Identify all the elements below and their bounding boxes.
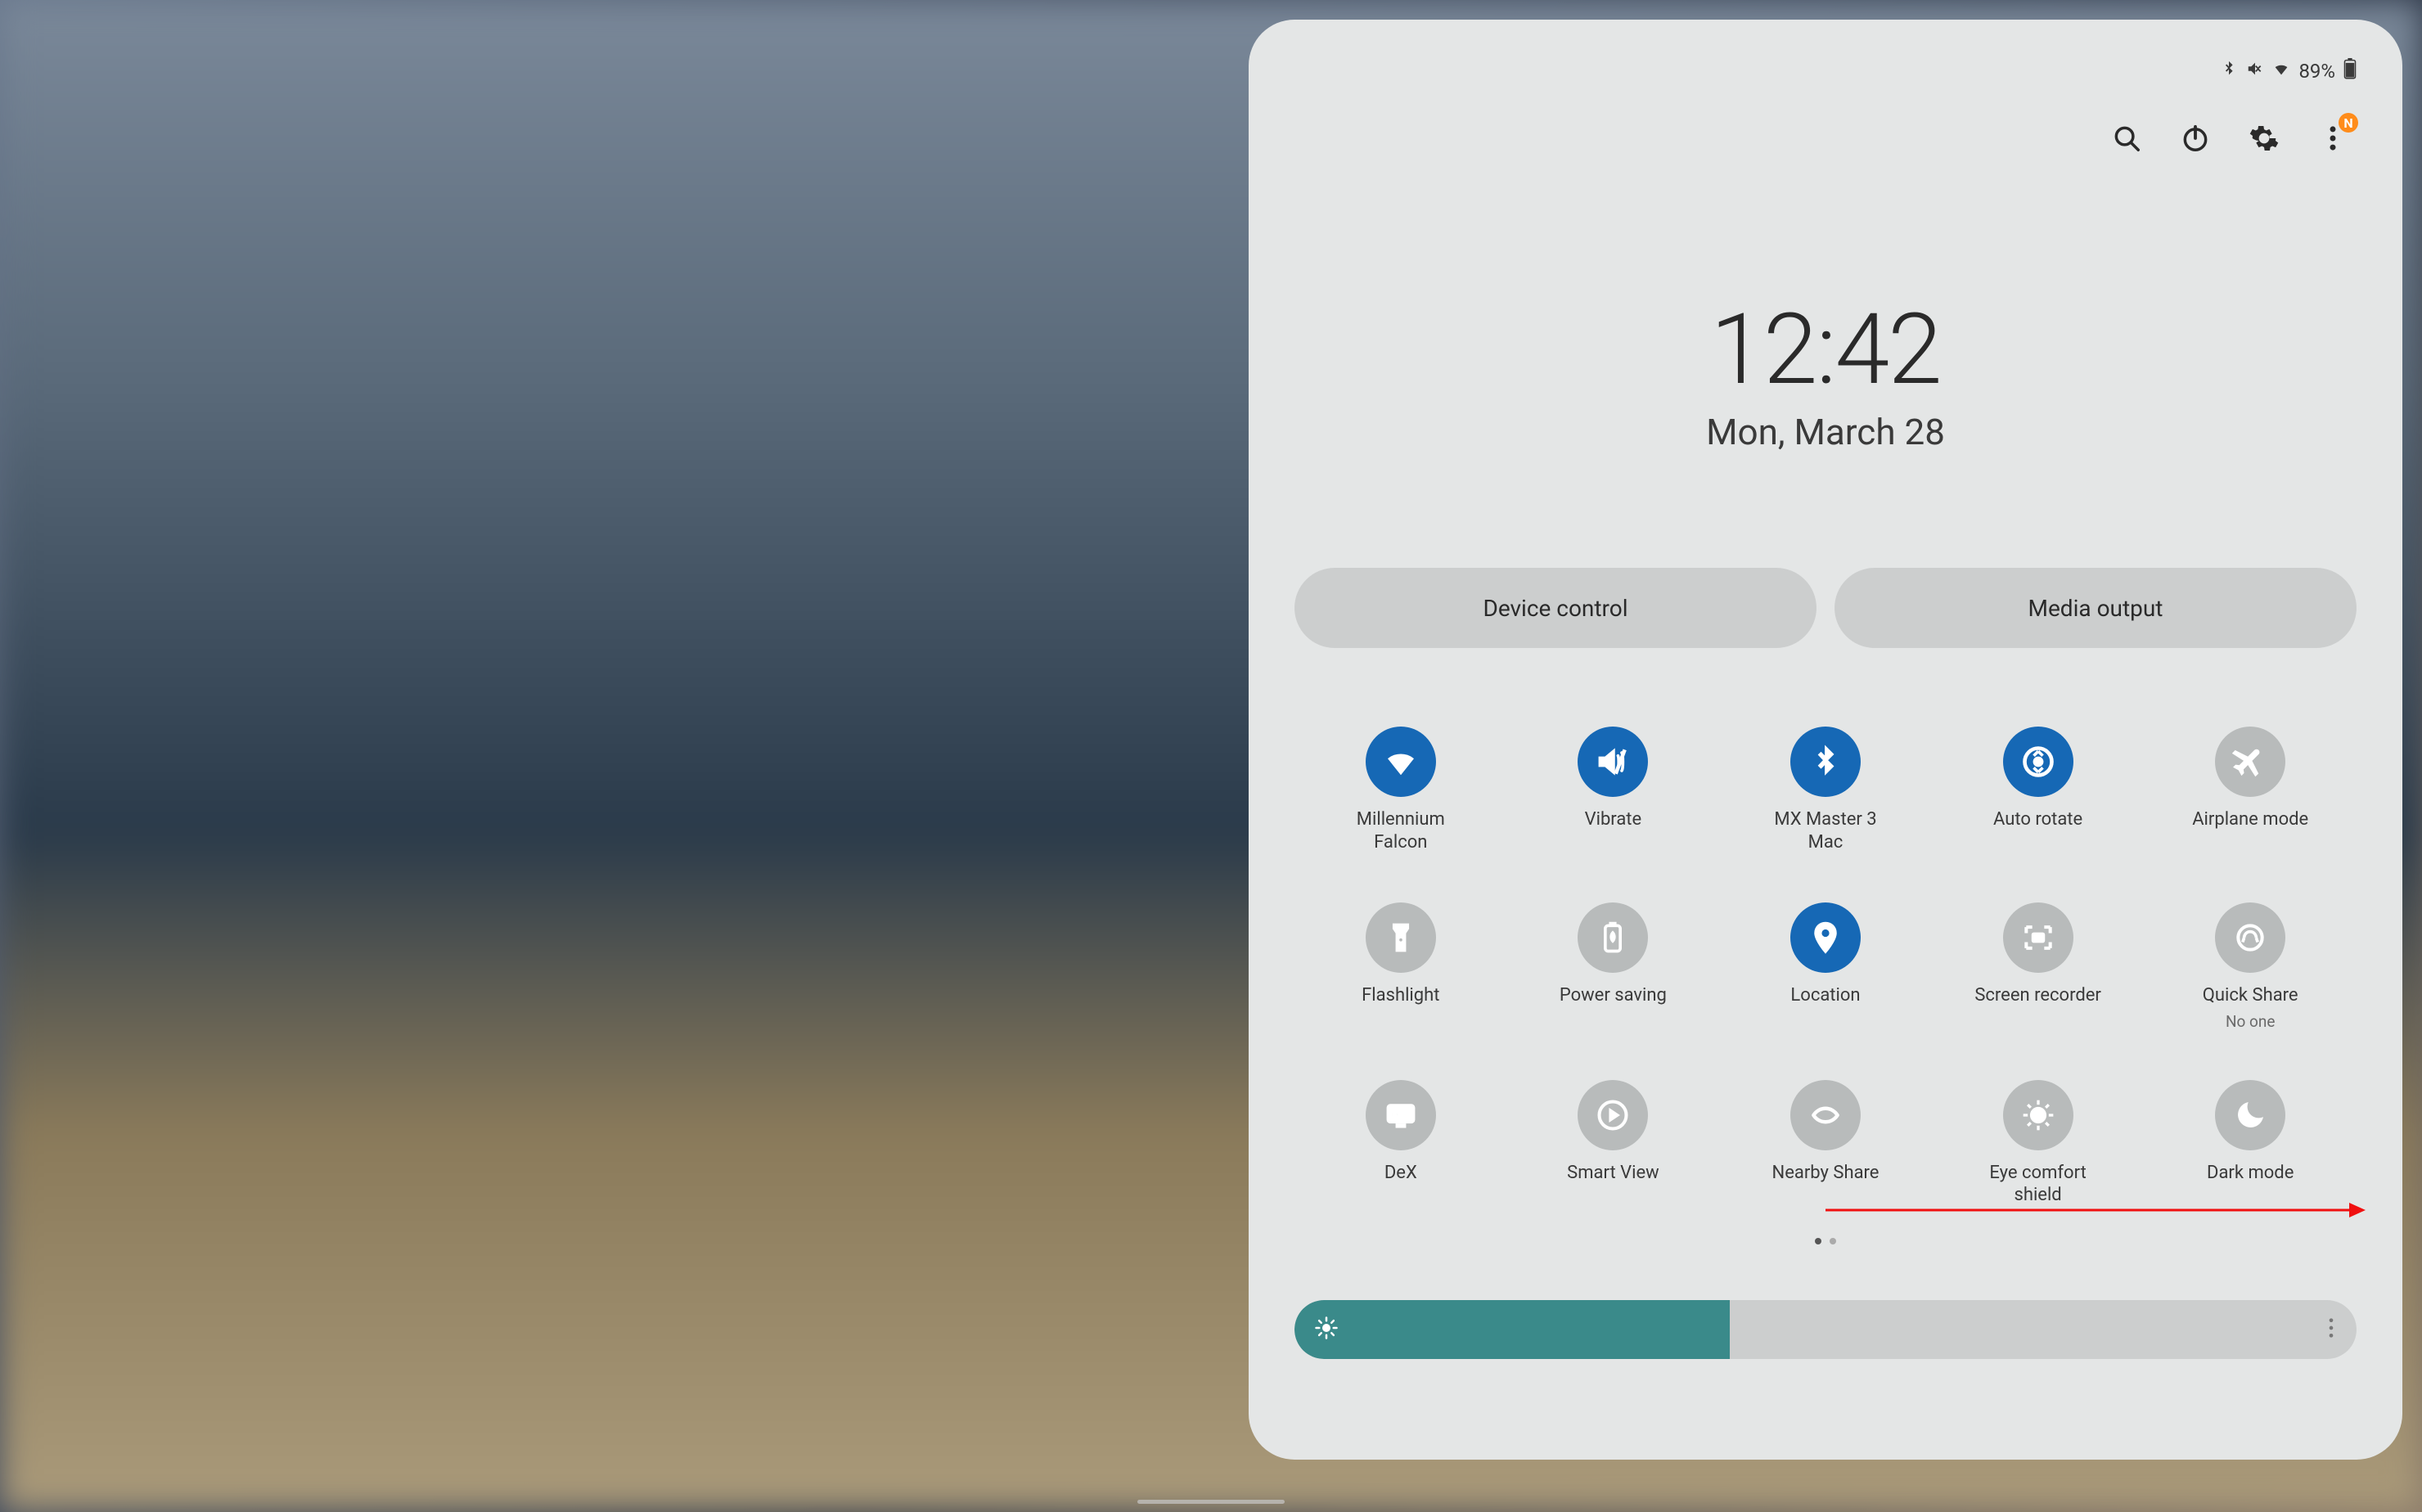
tile-label: Eye comfort shield	[1969, 1162, 2108, 1207]
eye-comfort-icon: A	[2003, 1080, 2073, 1150]
settings-button[interactable]	[2249, 123, 2280, 154]
navigation-handle[interactable]	[1137, 1500, 1285, 1504]
svg-text:A: A	[2035, 1111, 2042, 1122]
more-button[interactable]: N	[2317, 123, 2348, 154]
quick-tile-rotate[interactable]: Auto rotate	[1932, 727, 2145, 853]
quick-tile-screen-recorder[interactable]: Screen recorder	[1932, 902, 2145, 1031]
wifi-icon	[1366, 727, 1436, 797]
clock-date: Mon, March 28	[1294, 411, 2357, 453]
power-icon	[2180, 123, 2211, 154]
panel-top-actions: N	[1294, 123, 2357, 154]
pill-label: Device control	[1483, 595, 1627, 622]
tile-label: Smart View	[1567, 1162, 1659, 1185]
nearby-share-icon	[1790, 1080, 1861, 1150]
bluetooth-status-icon	[2220, 60, 2238, 83]
quick-tile-location[interactable]: Location	[1719, 902, 1932, 1031]
screen-recorder-icon	[2003, 902, 2073, 973]
pager-dots	[1294, 1238, 2357, 1244]
quick-tiles-grid: Millennium Falcon Vibrate MX Master 3 Mac A…	[1294, 727, 2357, 1207]
search-button[interactable]	[2111, 123, 2142, 154]
tile-label: Airplane mode	[2192, 808, 2308, 831]
tile-label: MX Master 3 Mac	[1756, 808, 1895, 853]
quick-tile-quick-share[interactable]: Quick Share No one	[2144, 902, 2357, 1031]
quick-share-icon	[2215, 902, 2285, 973]
quick-tile-bluetooth[interactable]: MX Master 3 Mac	[1719, 727, 1932, 853]
quick-tile-nearby-share[interactable]: Nearby Share	[1719, 1080, 1932, 1207]
gear-icon	[2249, 123, 2280, 154]
pager-dot-active	[1815, 1238, 1821, 1244]
quick-tile-wifi[interactable]: Millennium Falcon	[1294, 727, 1507, 853]
device-control-button[interactable]: Device control	[1294, 568, 1816, 648]
brightness-sun-icon	[1314, 1316, 1339, 1343]
pill-row: Device control Media output	[1294, 568, 2357, 648]
notification-badge: N	[2339, 113, 2358, 133]
tile-label: Millennium Falcon	[1331, 808, 1470, 853]
airplane-icon	[2215, 727, 2285, 797]
quick-tile-eye-comfort[interactable]: A Eye comfort shield	[1932, 1080, 2145, 1207]
svg-text:DeX: DeX	[1391, 1109, 1411, 1121]
quick-settings-panel: 89% N 12:42 Mon, March 28 Device control…	[1249, 20, 2402, 1460]
flashlight-icon	[1366, 902, 1436, 973]
clock-time: 12:42	[1294, 293, 2357, 407]
wifi-status-icon	[2272, 60, 2290, 83]
brightness-more-button[interactable]	[2327, 1316, 2335, 1343]
tile-label: Location	[1790, 984, 1860, 1007]
smart-view-icon	[1578, 1080, 1648, 1150]
search-icon	[2111, 123, 2142, 154]
tile-label: Power saving	[1560, 984, 1667, 1007]
quick-tile-smart-view[interactable]: Smart View	[1507, 1080, 1720, 1207]
vibrate-icon	[1578, 727, 1648, 797]
media-output-button[interactable]: Media output	[1835, 568, 2357, 648]
quick-tile-vibrate[interactable]: Vibrate	[1507, 727, 1720, 853]
dark-mode-icon	[2215, 1080, 2285, 1150]
tile-label: Quick Share	[2203, 984, 2298, 1007]
dex-icon: DeX	[1366, 1080, 1436, 1150]
quick-tile-dark-mode[interactable]: Dark mode	[2144, 1080, 2357, 1207]
tile-label: Nearby Share	[1772, 1162, 1880, 1185]
power-button[interactable]	[2180, 123, 2211, 154]
quick-tile-power-saving[interactable]: Power saving	[1507, 902, 1720, 1031]
tile-label: Flashlight	[1362, 984, 1439, 1007]
tile-label: DeX	[1384, 1162, 1417, 1185]
battery-percentage: 89%	[2298, 60, 2335, 83]
location-icon	[1790, 902, 1861, 973]
tile-sublabel: No one	[2226, 1012, 2276, 1031]
tile-label: Vibrate	[1585, 808, 1642, 831]
pill-label: Media output	[2028, 595, 2163, 622]
quick-tile-flashlight[interactable]: Flashlight	[1294, 902, 1507, 1031]
mute-status-icon	[2246, 60, 2264, 83]
status-bar: 89%	[1294, 57, 2357, 85]
quick-tile-dex[interactable]: DeX DeX	[1294, 1080, 1507, 1207]
tile-label: Auto rotate	[1993, 808, 2082, 831]
clock-block: 12:42 Mon, March 28	[1294, 293, 2357, 453]
brightness-fill	[1294, 1300, 1730, 1359]
brightness-slider[interactable]	[1294, 1300, 2357, 1359]
power-saving-icon	[1578, 902, 1648, 973]
battery-icon	[2343, 58, 2357, 84]
rotate-icon	[2003, 727, 2073, 797]
tile-label: Screen recorder	[1974, 984, 2101, 1007]
bluetooth-icon	[1790, 727, 1861, 797]
pager-dot-inactive	[1830, 1238, 1836, 1244]
tile-label: Dark mode	[2207, 1162, 2294, 1185]
quick-tile-airplane[interactable]: Airplane mode	[2144, 727, 2357, 853]
